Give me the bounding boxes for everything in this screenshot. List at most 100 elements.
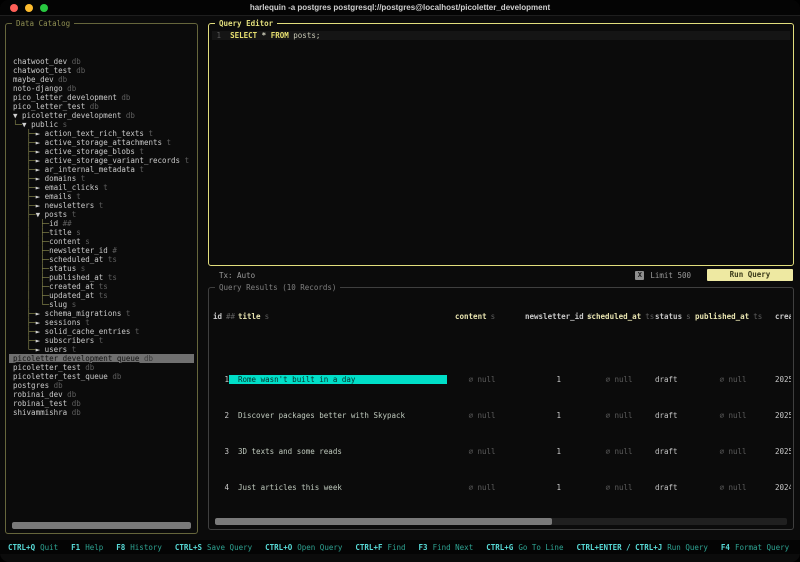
query-editor-panel[interactable]: Query Editor 1 SELECT * FROM posts; — [208, 23, 794, 266]
tree-item-label: ar_internal_metadata — [45, 165, 135, 174]
column-header[interactable]: published_atts — [695, 312, 771, 321]
keybinding-item[interactable]: CTRL+GGo To Line — [486, 543, 563, 552]
catalog-tree-item[interactable]: │ ├─content s — [9, 237, 194, 246]
catalog-tree[interactable]: chatwoot_dev dbchatwoot_test dbmaybe_dev… — [9, 30, 194, 517]
cell-title[interactable]: Rome wasn't built in a day — [229, 375, 447, 384]
column-header[interactable]: id## — [211, 312, 229, 321]
catalog-tree-item[interactable]: │ ├─created_at ts — [9, 282, 194, 291]
catalog-tree-item[interactable]: shivammishra db — [9, 408, 194, 417]
tree-expand-icon[interactable]: ► — [36, 192, 45, 201]
catalog-tree-item[interactable]: ▼ picoletter_development db — [9, 111, 194, 120]
tree-expand-icon[interactable]: ► — [36, 336, 45, 345]
keybinding-item[interactable]: CTRL+FFind — [355, 543, 405, 552]
column-header[interactable]: statuss — [653, 312, 695, 321]
keybinding-item[interactable]: F4Format Query — [721, 543, 789, 552]
catalog-tree-item[interactable]: ├─► solid_cache_entries t — [9, 327, 194, 336]
table-row[interactable]: 3 3D texts and some reads ∅ null 1 ∅ nul… — [211, 447, 791, 456]
scrollbar-thumb[interactable] — [12, 522, 191, 529]
keybinding-item[interactable]: F3Find Next — [419, 543, 474, 552]
catalog-tree-item[interactable]: ├─► schema_migrations t — [9, 309, 194, 318]
tree-expand-icon[interactable]: ► — [36, 183, 45, 192]
tree-expand-icon[interactable]: ► — [36, 165, 45, 174]
catalog-tree-item[interactable]: └─▼ public s — [9, 120, 194, 129]
catalog-tree-item[interactable]: robinai_test db — [9, 399, 194, 408]
tree-expand-icon[interactable]: ► — [36, 129, 45, 138]
catalog-tree-item[interactable]: ├─► active_storage_attachments t — [9, 138, 194, 147]
table-row[interactable]: 1 Rome wasn't built in a day ∅ null 1 ∅ … — [211, 375, 791, 384]
catalog-tree-item[interactable]: ├─► emails t — [9, 192, 194, 201]
tree-expand-icon[interactable]: ► — [36, 138, 45, 147]
tree-branch-lines: ├─ — [13, 138, 36, 147]
tree-expand-icon[interactable]: ► — [36, 147, 45, 156]
tree-expand-icon[interactable]: ► — [36, 309, 45, 318]
catalog-tree-item[interactable]: ├─► subscribers t — [9, 336, 194, 345]
catalog-tree-item[interactable]: ├─► email_clicks t — [9, 183, 194, 192]
limit-label[interactable]: Limit 500 — [650, 271, 691, 280]
catalog-tree-item[interactable]: │ ├─updated_at ts — [9, 291, 194, 300]
tree-branch-lines: ├─ — [13, 156, 36, 165]
catalog-tree-item[interactable]: ├─► ar_internal_metadata t — [9, 165, 194, 174]
keybinding-item[interactable]: CTRL+OOpen Query — [265, 543, 342, 552]
keybinding-item[interactable]: F8History — [116, 543, 162, 552]
tree-expand-icon[interactable]: ► — [36, 201, 45, 210]
catalog-tree-item[interactable]: │ ├─title s — [9, 228, 194, 237]
column-type: s — [491, 312, 496, 321]
catalog-tree-item[interactable]: └─► users t — [9, 345, 194, 354]
results-horizontal-scrollbar[interactable] — [215, 518, 787, 525]
catalog-tree-item[interactable]: postgres db — [9, 381, 194, 390]
tree-expand-icon[interactable]: ► — [36, 156, 45, 165]
tree-expand-icon[interactable]: ▼ — [22, 120, 31, 129]
catalog-tree-item[interactable]: chatwoot_dev db — [9, 57, 194, 66]
scrollbar-thumb[interactable] — [215, 518, 552, 525]
column-header[interactable]: newsletter_id# — [517, 312, 585, 321]
tree-item-type: s — [81, 237, 90, 246]
catalog-tree-item[interactable]: │ ├─published_at ts — [9, 273, 194, 282]
catalog-tree-item[interactable]: robinai_dev db — [9, 390, 194, 399]
catalog-tree-item[interactable]: ├─► domains t — [9, 174, 194, 183]
table-row[interactable]: 2 Discover packages better with Skypack … — [211, 411, 791, 420]
catalog-tree-item[interactable]: │ ├─scheduled_at ts — [9, 255, 194, 264]
catalog-tree-item[interactable]: maybe_dev db — [9, 75, 194, 84]
tree-expand-icon[interactable]: ▼ — [36, 210, 45, 219]
tree-expand-icon[interactable]: ► — [36, 318, 45, 327]
tree-expand-icon[interactable]: ► — [36, 327, 45, 336]
limit-checkbox[interactable]: X — [635, 271, 644, 280]
catalog-tree-item[interactable]: pico_letter_test db — [9, 102, 194, 111]
column-header[interactable]: crea — [771, 312, 791, 321]
catalog-tree-item[interactable]: picoletter_test db — [9, 363, 194, 372]
tree-expand-icon[interactable]: ► — [36, 174, 45, 183]
catalog-horizontal-scrollbar[interactable] — [12, 522, 191, 529]
catalog-tree-item[interactable]: ├─► newsletters t — [9, 201, 194, 210]
catalog-tree-item[interactable]: ├─► sessions t — [9, 318, 194, 327]
run-query-button[interactable]: Run Query — [707, 269, 793, 281]
keybinding-item[interactable]: CTRL+ENTER / CTRL+JRun Query — [576, 543, 707, 552]
catalog-tree-item[interactable]: chatwoot_test db — [9, 66, 194, 75]
keybinding-item[interactable]: CTRL+QQuit — [8, 543, 58, 552]
catalog-tree-item[interactable]: picoletter_test_queue db — [9, 372, 194, 381]
cell-title[interactable]: 3D texts and some reads — [229, 447, 447, 456]
catalog-tree-item[interactable]: pico_letter_development db — [9, 93, 194, 102]
transaction-mode-label[interactable]: Tx: Auto — [219, 271, 255, 280]
keybinding-item[interactable]: CTRL+SSave Query — [175, 543, 252, 552]
catalog-tree-item[interactable]: │ ├─id ## — [9, 219, 194, 228]
results-grid[interactable]: id##titlescontentsnewsletter_id#schedule… — [211, 294, 791, 511]
cell-title[interactable]: Just articles this week — [229, 483, 447, 492]
catalog-tree-item[interactable]: │ ├─newsletter_id # — [9, 246, 194, 255]
cell-title[interactable]: Discover packages better with Skypack — [229, 411, 447, 420]
keybinding-item[interactable]: F1Help — [71, 543, 103, 552]
catalog-tree-item[interactable]: ├─► action_text_rich_texts t — [9, 129, 194, 138]
column-header[interactable]: titles — [229, 312, 447, 321]
catalog-tree-item[interactable]: │ └─slug s — [9, 300, 194, 309]
column-header[interactable]: scheduled_atts — [585, 312, 653, 321]
catalog-tree-item[interactable]: │ ├─status s — [9, 264, 194, 273]
catalog-tree-item[interactable]: ├─► active_storage_blobs t — [9, 147, 194, 156]
tree-expand-icon[interactable]: ► — [36, 345, 45, 354]
catalog-tree-item[interactable]: noto-django db — [9, 84, 194, 93]
catalog-tree-item[interactable]: ├─► active_storage_variant_records t — [9, 156, 194, 165]
catalog-tree-item[interactable]: ├─▼ posts t — [9, 210, 194, 219]
catalog-tree-item[interactable]: picoletter_development_queue db — [9, 354, 194, 363]
table-row[interactable]: 4 Just articles this week ∅ null 1 ∅ nul… — [211, 483, 791, 492]
sql-code-line[interactable]: 1 SELECT * FROM posts; — [212, 31, 790, 40]
tree-expand-icon[interactable]: ▼ — [13, 111, 22, 120]
column-header[interactable]: contents — [447, 312, 517, 321]
